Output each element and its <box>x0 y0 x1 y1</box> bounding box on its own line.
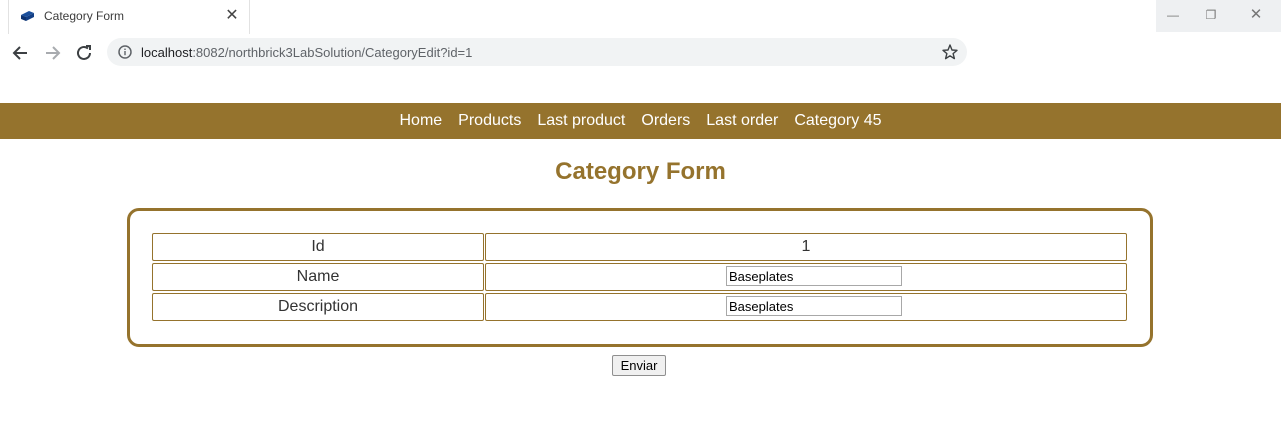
description-cell <box>485 293 1127 321</box>
nav-link-products[interactable]: Products <box>458 112 521 129</box>
id-label: Id <box>152 233 484 261</box>
id-value: 1 <box>485 233 1127 261</box>
nav-link-category[interactable]: Category 45 <box>794 112 881 129</box>
nav-link-last-order[interactable]: Last order <box>706 112 778 129</box>
close-window-icon[interactable]: ✕ <box>1241 4 1271 26</box>
browser-tab[interactable]: Category Form ✕ <box>8 0 250 34</box>
category-form: Id 1 Name Description <box>127 208 1153 347</box>
page-title: Category Form <box>555 158 726 185</box>
description-label: Description <box>152 293 484 321</box>
bookmark-star-icon[interactable] <box>941 43 959 61</box>
minimize-icon[interactable]: — <box>1158 4 1188 26</box>
browser-tab-bar: Category Form ✕ — ❐ ✕ <box>0 0 1281 34</box>
site-navbar: Home Products Last product Orders Last order… <box>0 103 1281 139</box>
tab-title: Category Form <box>44 9 125 23</box>
nav-link-home[interactable]: Home <box>399 112 442 129</box>
reload-icon[interactable] <box>73 42 97 64</box>
info-icon[interactable] <box>118 45 132 59</box>
url-path: :8082/northbrick3LabSolution/CategoryEdi… <box>192 45 473 60</box>
address-bar[interactable]: localhost:8082/northbrick3LabSolution/Ca… <box>107 38 967 66</box>
url-text: localhost:8082/northbrick3LabSolution/Ca… <box>141 45 472 60</box>
name-label: Name <box>152 263 484 291</box>
nav-link-orders[interactable]: Orders <box>641 112 690 129</box>
submit-button[interactable]: Enviar <box>612 355 666 376</box>
url-host: localhost <box>141 45 193 60</box>
forward-arrow-icon[interactable] <box>41 42 65 64</box>
tab-close-icon[interactable]: ✕ <box>223 7 241 25</box>
description-input[interactable] <box>726 296 902 316</box>
restore-icon[interactable]: ❐ <box>1196 4 1226 26</box>
name-cell <box>485 263 1127 291</box>
nav-link-last-product[interactable]: Last product <box>537 112 625 129</box>
back-arrow-icon[interactable] <box>9 42 33 64</box>
window-controls: — ❐ ✕ <box>1156 0 1281 32</box>
name-input[interactable] <box>726 266 902 286</box>
favicon-icon <box>19 9 35 23</box>
browser-toolbar: localhost:8082/northbrick3LabSolution/Ca… <box>0 34 1281 72</box>
